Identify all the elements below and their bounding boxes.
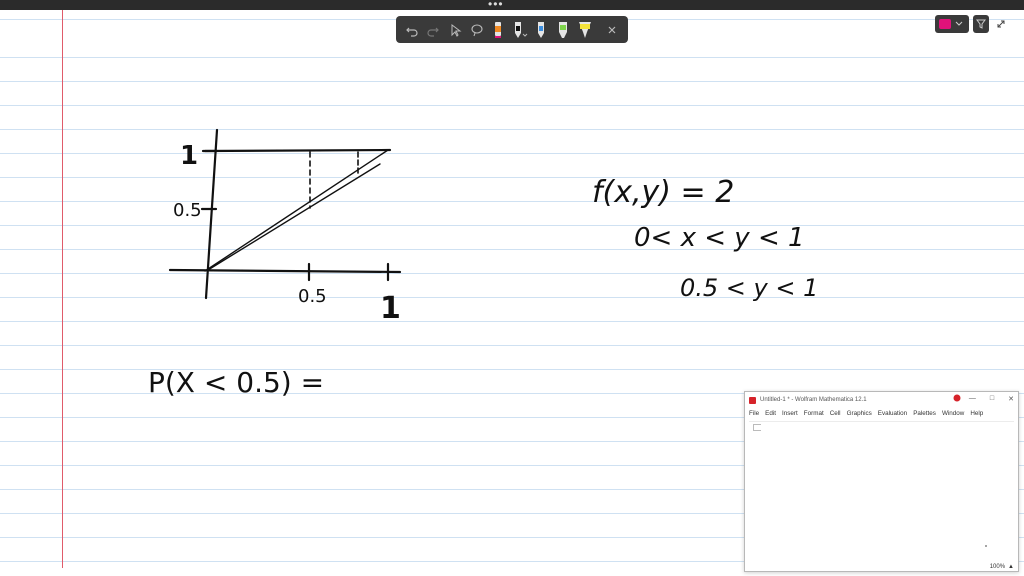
zoom-level[interactable]: 100% (990, 564, 1005, 570)
probability-expression: P(X < 0.5) = (148, 366, 324, 399)
mathematica-menubar: File Edit Insert Format Cell Graphics Ev… (745, 408, 1018, 419)
mathematica-notebook[interactable] (749, 421, 1014, 559)
maximize-button[interactable]: □ (990, 395, 994, 403)
menu-evaluation[interactable]: Evaluation (878, 410, 907, 417)
menu-window[interactable]: Window (942, 410, 964, 417)
equation-f: f(x,y) = 2 (592, 175, 734, 210)
menu-help[interactable]: Help (970, 410, 983, 417)
label-y-half: 0.5 (173, 200, 202, 221)
mathematica-logo-icon (749, 396, 756, 404)
label-y-one: 1 (180, 141, 198, 171)
menu-cell[interactable]: Cell (830, 410, 841, 417)
close-button[interactable]: ✕ (1008, 395, 1014, 403)
menu-edit[interactable]: Edit (765, 410, 776, 417)
mathematica-titlebar[interactable]: Untitled-1 * - Wolfram Mathematica 12.1 … (745, 392, 1018, 408)
cell-bracket[interactable] (753, 424, 761, 431)
diagonal-line-2 (207, 163, 381, 271)
menu-format[interactable]: Format (804, 410, 824, 417)
inequality-y: 0.5 < y < 1 (680, 274, 818, 302)
zoom-up-icon[interactable]: ▲ (1008, 564, 1014, 570)
label-x-one: 1 (380, 291, 401, 326)
menu-insert[interactable]: Insert (782, 410, 798, 417)
menu-graphics[interactable]: Graphics (847, 410, 872, 417)
mathematica-window[interactable]: Untitled-1 * - Wolfram Mathematica 12.1 … (744, 391, 1019, 572)
minimize-button[interactable]: — (969, 395, 976, 403)
line-y-equals-1 (203, 148, 392, 153)
menu-palettes[interactable]: Palettes (913, 410, 936, 417)
label-x-half: 0.5 (298, 286, 327, 307)
diagonal-line-1 (204, 149, 389, 272)
mathematica-title: Untitled-1 * - Wolfram Mathematica 12.1 (760, 397, 867, 403)
notification-icon (953, 394, 961, 402)
inequality-xy: 0< x < y < 1 (634, 223, 805, 253)
y-axis (204, 128, 219, 300)
menu-file[interactable]: File (749, 410, 759, 417)
mathematica-statusbar: 100% ▲ (990, 564, 1014, 570)
cursor-dot (985, 545, 987, 547)
